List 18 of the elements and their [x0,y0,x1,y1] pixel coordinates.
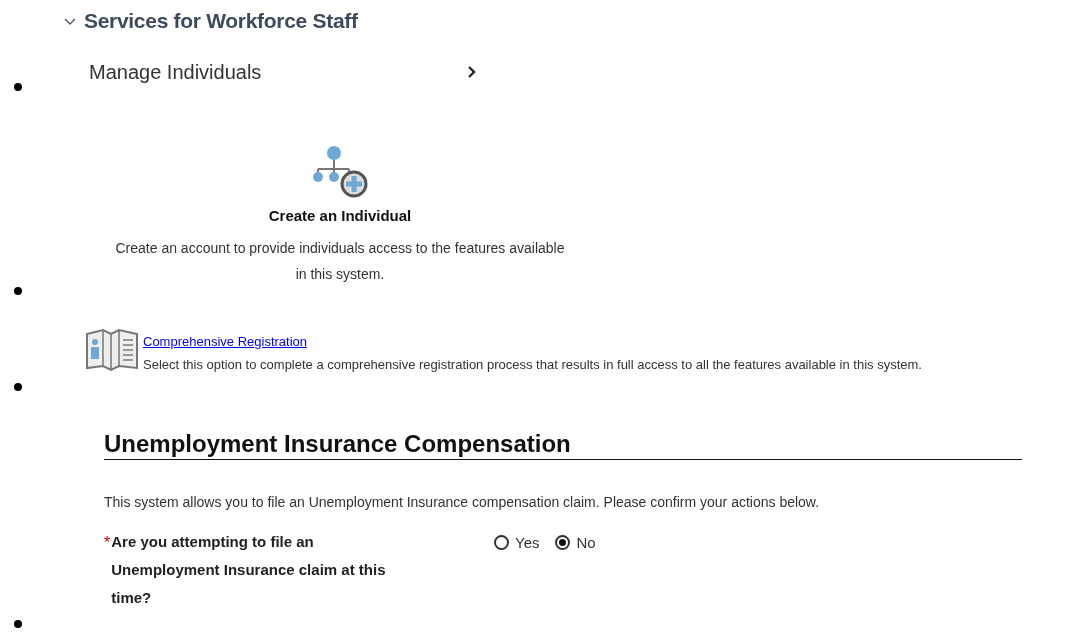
question-label: Are you attempting to file an Unemployment Insurance claim at this time? [111,532,387,608]
book-icon[interactable] [85,328,139,372]
bullet-icon [14,287,22,295]
radio-option[interactable]: No [555,533,596,551]
intro-text: This system allows you to file an Unemployment Insurance compensation claim. Please confirm your actions below. [104,494,821,510]
registration-link[interactable]: Comprehensive Registration [143,334,922,349]
radio-option[interactable]: Yes [494,533,540,551]
bullet-icon [14,383,22,391]
link-description: Select this option to complete a comprehensive registration process that results in full access to all the features available in this system. [143,357,922,372]
section-heading: Unemployment Insurance Compensation [104,429,1022,460]
chevron-right-icon [467,65,477,79]
tile-title[interactable]: Create an Individual [268,207,412,224]
required-marker: * [104,535,111,553]
bullet-icon [14,620,22,628]
bullet-icon [14,83,22,91]
section-title: Services for Workforce Staff [84,9,358,33]
menu-item[interactable]: Manage Individuals [89,50,477,94]
tile-description: Create an account to provide individuals access to the features available in this system. [115,239,565,284]
